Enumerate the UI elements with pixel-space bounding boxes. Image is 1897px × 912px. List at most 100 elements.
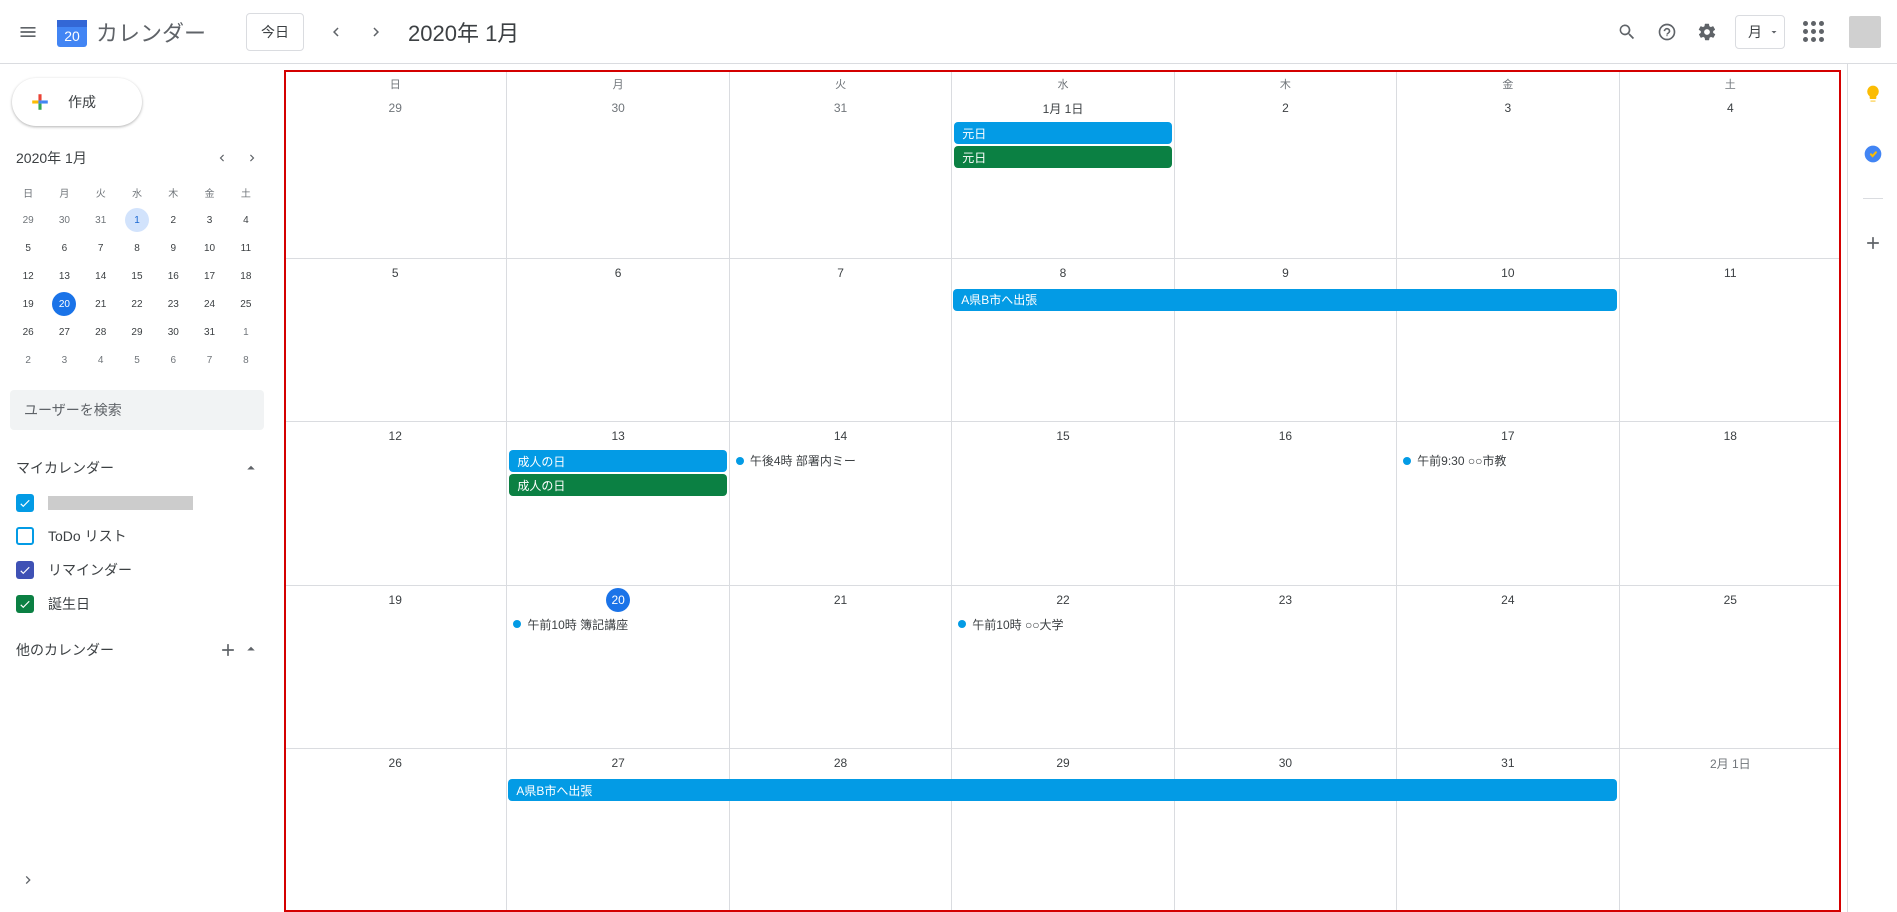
apps-icon[interactable] (1793, 12, 1833, 52)
mini-day[interactable]: 30 (46, 206, 82, 234)
other-calendars-title: 他のカレンダー (16, 640, 114, 660)
calendar-item[interactable] (10, 490, 264, 516)
calendar-checkbox[interactable] (16, 561, 34, 579)
mini-day[interactable]: 4 (83, 346, 119, 374)
mini-day[interactable]: 8 (119, 234, 155, 262)
side-rail (1847, 64, 1897, 912)
calendar-label: 誕生日 (48, 594, 90, 614)
mini-day[interactable]: 29 (119, 318, 155, 346)
mini-day[interactable]: 5 (119, 346, 155, 374)
menu-icon[interactable] (8, 12, 48, 52)
calendar-item[interactable]: ToDo リスト (10, 522, 264, 550)
my-calendars-toggle[interactable]: マイカレンダー (10, 452, 264, 490)
mini-dow: 火 (83, 178, 119, 206)
expand-rail-icon[interactable] (8, 860, 48, 900)
calendar-checkbox[interactable] (16, 595, 34, 613)
mini-dow: 月 (46, 178, 82, 206)
mini-day[interactable]: 15 (119, 262, 155, 290)
mini-dow: 木 (155, 178, 191, 206)
my-calendars-title: マイカレンダー (16, 458, 114, 478)
mini-day[interactable]: 3 (191, 206, 227, 234)
create-button[interactable]: 作成 (12, 78, 142, 126)
mini-day[interactable]: 20 (46, 290, 82, 318)
calendar-label (48, 496, 193, 510)
other-calendars-section: 他のカレンダー (10, 634, 264, 672)
mini-day[interactable]: 10 (191, 234, 227, 262)
mini-day[interactable]: 14 (83, 262, 119, 290)
add-addon-icon[interactable] (1853, 223, 1893, 263)
header: 20 カレンダー 今日 2020年 1月 月 (0, 0, 1897, 64)
mini-day[interactable]: 12 (10, 262, 46, 290)
mini-day[interactable]: 1 (119, 206, 155, 234)
mini-day[interactable]: 21 (83, 290, 119, 318)
calendar-main: 日月火水木金土 2930311月 1日元日元日234567891011A県B市へ… (278, 64, 1847, 912)
calendar-logo-icon: 20 (52, 12, 92, 52)
mini-day[interactable]: 16 (155, 262, 191, 290)
prev-month-button[interactable] (316, 12, 356, 52)
mini-prev-button[interactable] (210, 146, 234, 170)
add-calendar-icon[interactable] (218, 640, 238, 660)
calendar-item[interactable]: 誕生日 (10, 590, 264, 618)
app-title: カレンダー (96, 16, 206, 48)
mini-day[interactable]: 28 (83, 318, 119, 346)
mini-day[interactable]: 6 (155, 346, 191, 374)
mini-day[interactable]: 2 (10, 346, 46, 374)
keep-icon[interactable] (1853, 74, 1893, 114)
mini-day[interactable]: 11 (228, 234, 264, 262)
mini-day[interactable]: 31 (191, 318, 227, 346)
chevron-up-icon (242, 640, 260, 658)
mini-day[interactable]: 4 (228, 206, 264, 234)
mini-day[interactable]: 2 (155, 206, 191, 234)
mini-day[interactable]: 6 (46, 234, 82, 262)
mini-dow: 土 (228, 178, 264, 206)
event-span[interactable]: A県B市へ出張 (508, 779, 1616, 801)
calendar-item[interactable]: リマインダー (10, 556, 264, 584)
mini-calendar: 2020年 1月 日月火水木金土293031123456789101112131… (10, 146, 264, 374)
avatar[interactable] (1849, 16, 1881, 48)
mini-day[interactable]: 23 (155, 290, 191, 318)
mini-day[interactable]: 5 (10, 234, 46, 262)
search-icon[interactable] (1607, 12, 1647, 52)
next-month-button[interactable] (356, 12, 396, 52)
mini-day[interactable]: 26 (10, 318, 46, 346)
mini-day[interactable]: 25 (228, 290, 264, 318)
mini-day[interactable]: 13 (46, 262, 82, 290)
mini-day[interactable]: 27 (46, 318, 82, 346)
view-selector-label: 月 (1748, 22, 1762, 42)
chevron-down-icon (1768, 26, 1780, 38)
mini-day[interactable]: 22 (119, 290, 155, 318)
mini-day[interactable]: 7 (83, 234, 119, 262)
mini-dow: 日 (10, 178, 46, 206)
mini-day[interactable]: 17 (191, 262, 227, 290)
mini-day[interactable]: 1 (228, 318, 264, 346)
mini-next-button[interactable] (240, 146, 264, 170)
chevron-up-icon (242, 459, 260, 477)
search-people-input[interactable]: ユーザーを検索 (10, 390, 264, 430)
mini-day[interactable]: 29 (10, 206, 46, 234)
mini-day[interactable]: 8 (228, 346, 264, 374)
mini-day[interactable]: 9 (155, 234, 191, 262)
my-calendars-section: マイカレンダー ToDo リストリマインダー誕生日 (10, 452, 264, 624)
calendar-checkbox[interactable] (16, 527, 34, 545)
svg-text:20: 20 (64, 28, 80, 44)
tasks-icon[interactable] (1853, 134, 1893, 174)
plus-icon (26, 88, 54, 116)
mini-day[interactable]: 18 (228, 262, 264, 290)
calendar-checkbox[interactable] (16, 494, 34, 512)
mini-day[interactable]: 3 (46, 346, 82, 374)
event-span[interactable]: A県B市へ出張 (953, 289, 1616, 311)
calendar-label: リマインダー (48, 560, 132, 580)
view-selector[interactable]: 月 (1735, 15, 1785, 49)
create-label: 作成 (68, 92, 96, 112)
mini-day[interactable]: 31 (83, 206, 119, 234)
mini-calendar-title[interactable]: 2020年 1月 (16, 148, 210, 168)
other-calendars-toggle[interactable]: 他のカレンダー (10, 634, 264, 672)
mini-day[interactable]: 19 (10, 290, 46, 318)
mini-day[interactable]: 7 (191, 346, 227, 374)
mini-day[interactable]: 30 (155, 318, 191, 346)
date-title[interactable]: 2020年 1月 (408, 16, 519, 48)
mini-day[interactable]: 24 (191, 290, 227, 318)
today-button[interactable]: 今日 (246, 13, 304, 51)
help-icon[interactable] (1647, 12, 1687, 52)
settings-icon[interactable] (1687, 12, 1727, 52)
